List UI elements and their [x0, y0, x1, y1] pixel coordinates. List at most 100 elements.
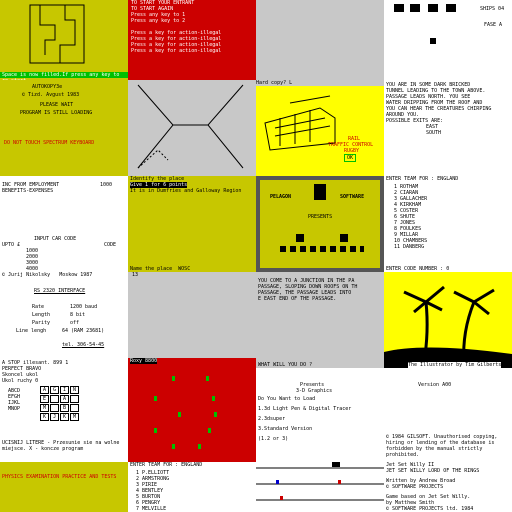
screenshot-mosaic: Space is now filled.If press any key to …: [0, 0, 512, 512]
board-cell[interactable]: A: [40, 386, 49, 394]
menu-line: Press any key to 2: [131, 18, 186, 24]
board-cell[interactable]: [70, 395, 79, 403]
tile-rail: Hard copy? L RAIL TRAFFIC CONTROL RUGBY …: [256, 80, 384, 176]
jsw-credits: Jet Set Willy II JET SET WILLY LORD OF T…: [386, 462, 479, 512]
junction-text: YOU COME TO A JUNCTION IN THE PA PASSAGE…: [258, 278, 357, 302]
tile-gilsoft: Version A00 © 1984 GILSOFT. Unauthorised…: [384, 368, 512, 462]
tile-junction: YOU COME TO A JUNCTION IN THE PA PASSAGE…: [256, 272, 384, 368]
grey-number: 13: [132, 272, 139, 278]
tile-autokopy: AUTOKOPY3e © Tizd. Avgust 1983 PLEASE WA…: [0, 80, 128, 176]
hardcopy-caption: Hard copy? L: [256, 80, 384, 86]
team-item: 11 DANBERG: [394, 244, 425, 250]
puzzle-board: A G I N E A M B K J K M: [40, 386, 79, 421]
ok-button[interactable]: OK: [344, 154, 357, 162]
field-header: Roxy 8800: [130, 358, 158, 364]
tile-tax: INC FROM EMPLOYMENT BENEFITS-EXPENSES 10…: [0, 176, 128, 272]
tile-grey: 13: [128, 272, 256, 358]
puzzle-line: Ukol ruchy 0: [2, 378, 39, 384]
board-cell[interactable]: [70, 404, 79, 412]
warning-text: DO NOT TOUCH SPECTRUM KEYBOARD: [4, 140, 95, 146]
pelagon-left: PELAGON: [270, 194, 292, 200]
tile-maze: Space is now filled.If press any key to …: [0, 0, 128, 92]
line-value: 64 (RAM 23681): [62, 328, 105, 334]
x-shape-graphic: [137, 84, 244, 169]
option-2[interactable]: 2.3dsuper: [258, 416, 285, 422]
glyph-icon: [340, 234, 348, 242]
board-cell[interactable]: E: [40, 395, 49, 403]
app-title: AUTOKOPY3e: [32, 84, 63, 90]
credit-line: JET SET WILLY LORD OF THE RINGS: [386, 468, 480, 474]
ships-count: SHIPS 04: [480, 6, 505, 12]
tile-geography: Identify the place Give 1 for 6 points I…: [128, 176, 256, 272]
board-cell[interactable]: K: [60, 413, 69, 421]
tile-x-shape: [128, 80, 256, 176]
board-cell[interactable]: [50, 404, 59, 412]
platform-graphic: [256, 462, 384, 501]
quiz-desc: It is in Dumfries and Galloway Region: [130, 188, 242, 194]
board-cell[interactable]: M: [40, 404, 49, 412]
board-cell[interactable]: N: [70, 386, 79, 394]
board-cell[interactable]: I: [60, 386, 69, 394]
tel-value: tel. 306-54-45: [62, 342, 105, 348]
tile-puzzle: A STOP illesant. 899 1 PERFECT BRAVO Sko…: [0, 358, 128, 462]
tile-pelagon: PELAGON SOFTWARE PRESENTS: [256, 176, 384, 272]
board-cell[interactable]: K: [40, 413, 49, 421]
team-header: ENTER TEAM FOR : ENGLAND: [386, 176, 459, 182]
puzzle-instructions: UCISNIJ LITERE - Przesunie sie na wolne …: [2, 440, 120, 452]
graphics-title: 3-D Graphics: [296, 388, 333, 394]
tile-3d-graphics: Presents 3-D Graphics Do You Want to Loa…: [256, 368, 384, 462]
team-list: 1 ROTHAM 2 CIARAN 3 GALLACHER 4 KIRKHAM …: [394, 184, 427, 250]
board-cell[interactable]: G: [50, 386, 59, 394]
tile-ships: SHIPS 04 FASE A: [384, 0, 512, 92]
rate-label: Rate: [32, 304, 45, 310]
wait-text: PLEASE WAIT: [40, 102, 74, 108]
tile-red-field: Roxy 8800: [128, 358, 256, 462]
credit-line: © SOFTWARE PROJECTS ltd. 1984: [386, 506, 474, 512]
tile-blank: [256, 0, 384, 92]
menu-line: Press a key for action-illegal: [131, 48, 222, 54]
palm-island-graphic: [384, 285, 512, 368]
upto-label: UPTO £: [2, 242, 21, 248]
copyright-date: © Tizd. Avgust 1983: [22, 92, 80, 98]
car-code-label: INPUT CAR CODE: [34, 236, 77, 242]
fase-label: FASE A: [484, 22, 503, 28]
length-value: 8 bit: [70, 312, 86, 318]
tile-team-select: ENTER TEAM FOR : ENGLAND 1 ROTHAM 2 CIAR…: [384, 176, 512, 272]
junction-line: E EAST END OF THE PASSAGE.: [258, 296, 337, 302]
board-cell[interactable]: M: [70, 413, 79, 421]
board-cell[interactable]: J: [50, 413, 59, 421]
team-header: ENTER TEAM FOR : ENGLAND: [130, 462, 203, 468]
adventure-text: YOU ARE IN SOME DARK BRICKED TUNNEL LEAD…: [386, 82, 491, 136]
tile-team-england: ENTER TEAM FOR : ENGLAND 1 P.ELLIOTT 2 A…: [128, 462, 256, 512]
board-cell[interactable]: [50, 395, 59, 403]
loading-text: PROGRAM IS STILL LOADING: [20, 110, 93, 116]
pelagon-right: SOFTWARE: [340, 194, 365, 200]
glyph-icon: [296, 234, 304, 242]
physics-title: PHYSICS EXAMINATION PRACTICE AND TESTS: [2, 474, 117, 480]
option-prompt: (1.2 or 3): [258, 436, 289, 442]
exit-item: SOUTH: [426, 130, 442, 136]
board-cell[interactable]: A: [60, 395, 69, 403]
mascot-icon: [314, 184, 326, 200]
tile-adventure: YOU ARE IN SOME DARK BRICKED TUNNEL LEAD…: [384, 80, 512, 176]
board-cell[interactable]: B: [60, 404, 69, 412]
option-3[interactable]: 3.Standard Version: [258, 426, 312, 432]
tax-number: 1000: [100, 182, 113, 188]
option-1[interactable]: 1.3d Light Pen & Digital Tracer: [258, 406, 351, 412]
line-label: Line lengh: [16, 328, 47, 334]
interface-title: RS 2320 INTERFACE: [34, 288, 86, 294]
credit-line: © SOFTWARE PROJECTS: [386, 484, 444, 490]
field-markers: [154, 376, 217, 449]
load-question: Do You Want to Load: [258, 396, 316, 402]
version-text: Version A00: [418, 382, 452, 388]
tile-menu: TO START YOUR ENTRANT TO START AGAIN Pre…: [128, 0, 256, 92]
puzzle-legend: ABCD EFGH IJKL MNOP: [8, 388, 20, 412]
team-list: 1 P.ELLIOTT 2 ARMSTRONG 3 PIRIE 4 BENTLE…: [136, 470, 169, 512]
rate-value: 1200 baud: [70, 304, 98, 310]
presents-text: PRESENTS: [308, 214, 333, 220]
tile-platform: [256, 462, 384, 512]
legend-row: MNOP: [8, 406, 21, 412]
parity-value: off: [70, 320, 80, 326]
code-label: CODE: [104, 242, 117, 248]
pattern-strip: [280, 246, 364, 252]
